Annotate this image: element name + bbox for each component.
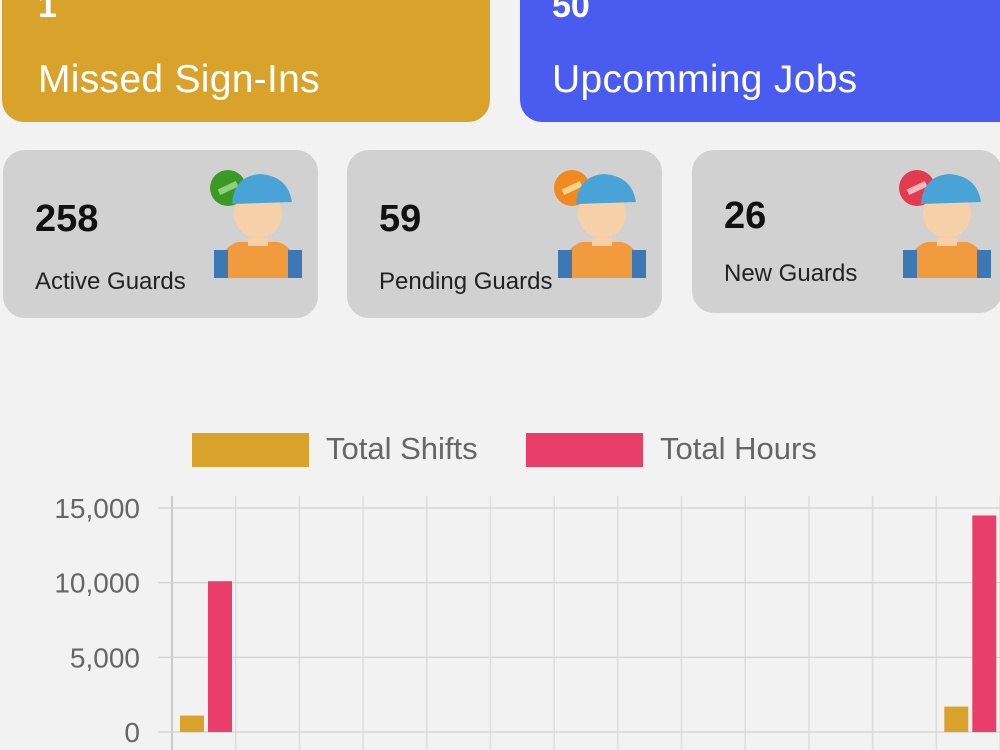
bar-total-hours [208, 581, 232, 732]
bar-total-hours [972, 515, 997, 732]
bar-total-shifts [180, 715, 204, 732]
y-tick-label: 0 [124, 717, 140, 748]
y-tick-label: 15,000 [54, 493, 140, 524]
bar-total-shifts [944, 706, 969, 732]
y-tick-label: 10,000 [54, 568, 140, 599]
shifts-hours-bar-chart: 15,000 10,000 5,000 0 [54, 493, 1000, 750]
y-tick-label: 5,000 [70, 642, 140, 673]
